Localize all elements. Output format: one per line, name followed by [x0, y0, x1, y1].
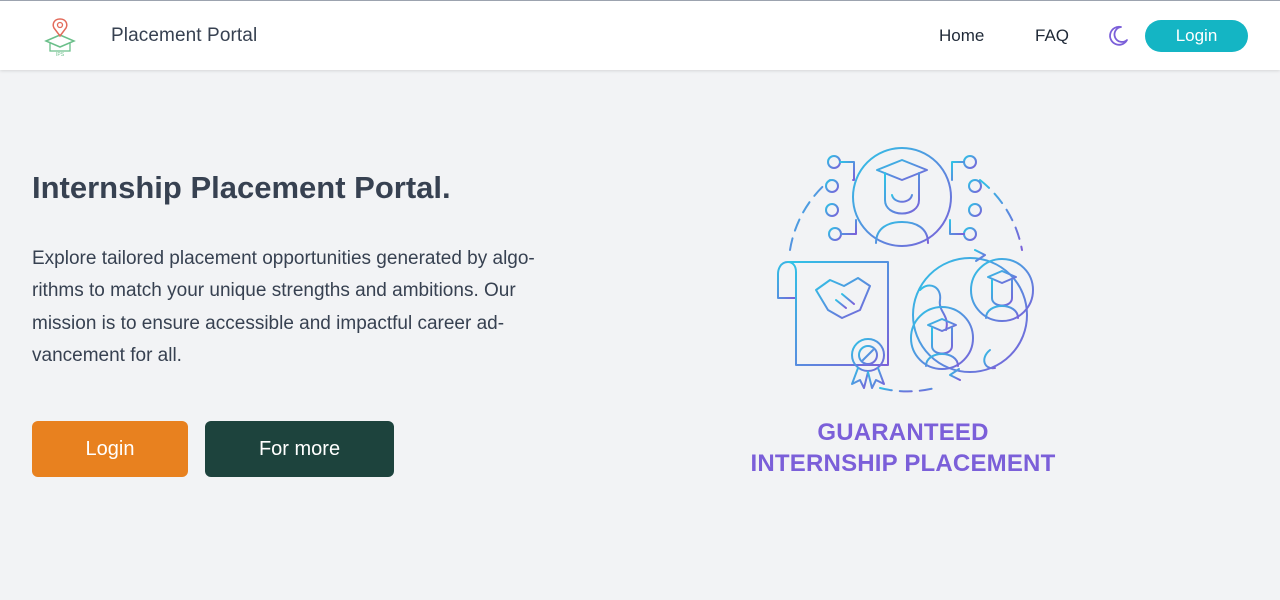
- moon-icon[interactable]: [1106, 24, 1130, 48]
- illustration-caption: GUARANTEED INTERNSHIP PLACEMENT: [720, 417, 1086, 479]
- svg-text:IPS: IPS: [56, 52, 65, 57]
- caption-line: INTERNSHIP PLACEMENT: [750, 450, 1056, 477]
- top-navbar: IPS Placement Portal Home FAQ Login: [0, 0, 1280, 70]
- nav-faq-link[interactable]: FAQ: [1035, 26, 1069, 46]
- hero-description-line: Explore tailored placement opportunities…: [32, 248, 535, 269]
- caption-line: GUARANTEED: [817, 419, 989, 446]
- hero-login-button[interactable]: Login: [32, 421, 188, 477]
- hero-description-line: rithms to match your unique strengths an…: [32, 280, 516, 302]
- logo-icon[interactable]: IPS: [40, 15, 80, 57]
- internship-placement-illustration-icon: [777, 147, 1034, 393]
- brand-name[interactable]: Placement Portal: [111, 25, 257, 47]
- nav-login-button[interactable]: Login: [1145, 20, 1248, 52]
- hero-description-line: vancement for all.: [32, 344, 182, 366]
- nav-home-link[interactable]: Home: [939, 26, 984, 46]
- hero-description: Explore tailored placement opportunities…: [32, 243, 577, 372]
- hero-description-line: mission is to ensure accessible and impa…: [32, 312, 505, 334]
- hero-title: Internship Placement Portal.: [32, 170, 451, 205]
- for-more-button[interactable]: For more: [205, 421, 394, 477]
